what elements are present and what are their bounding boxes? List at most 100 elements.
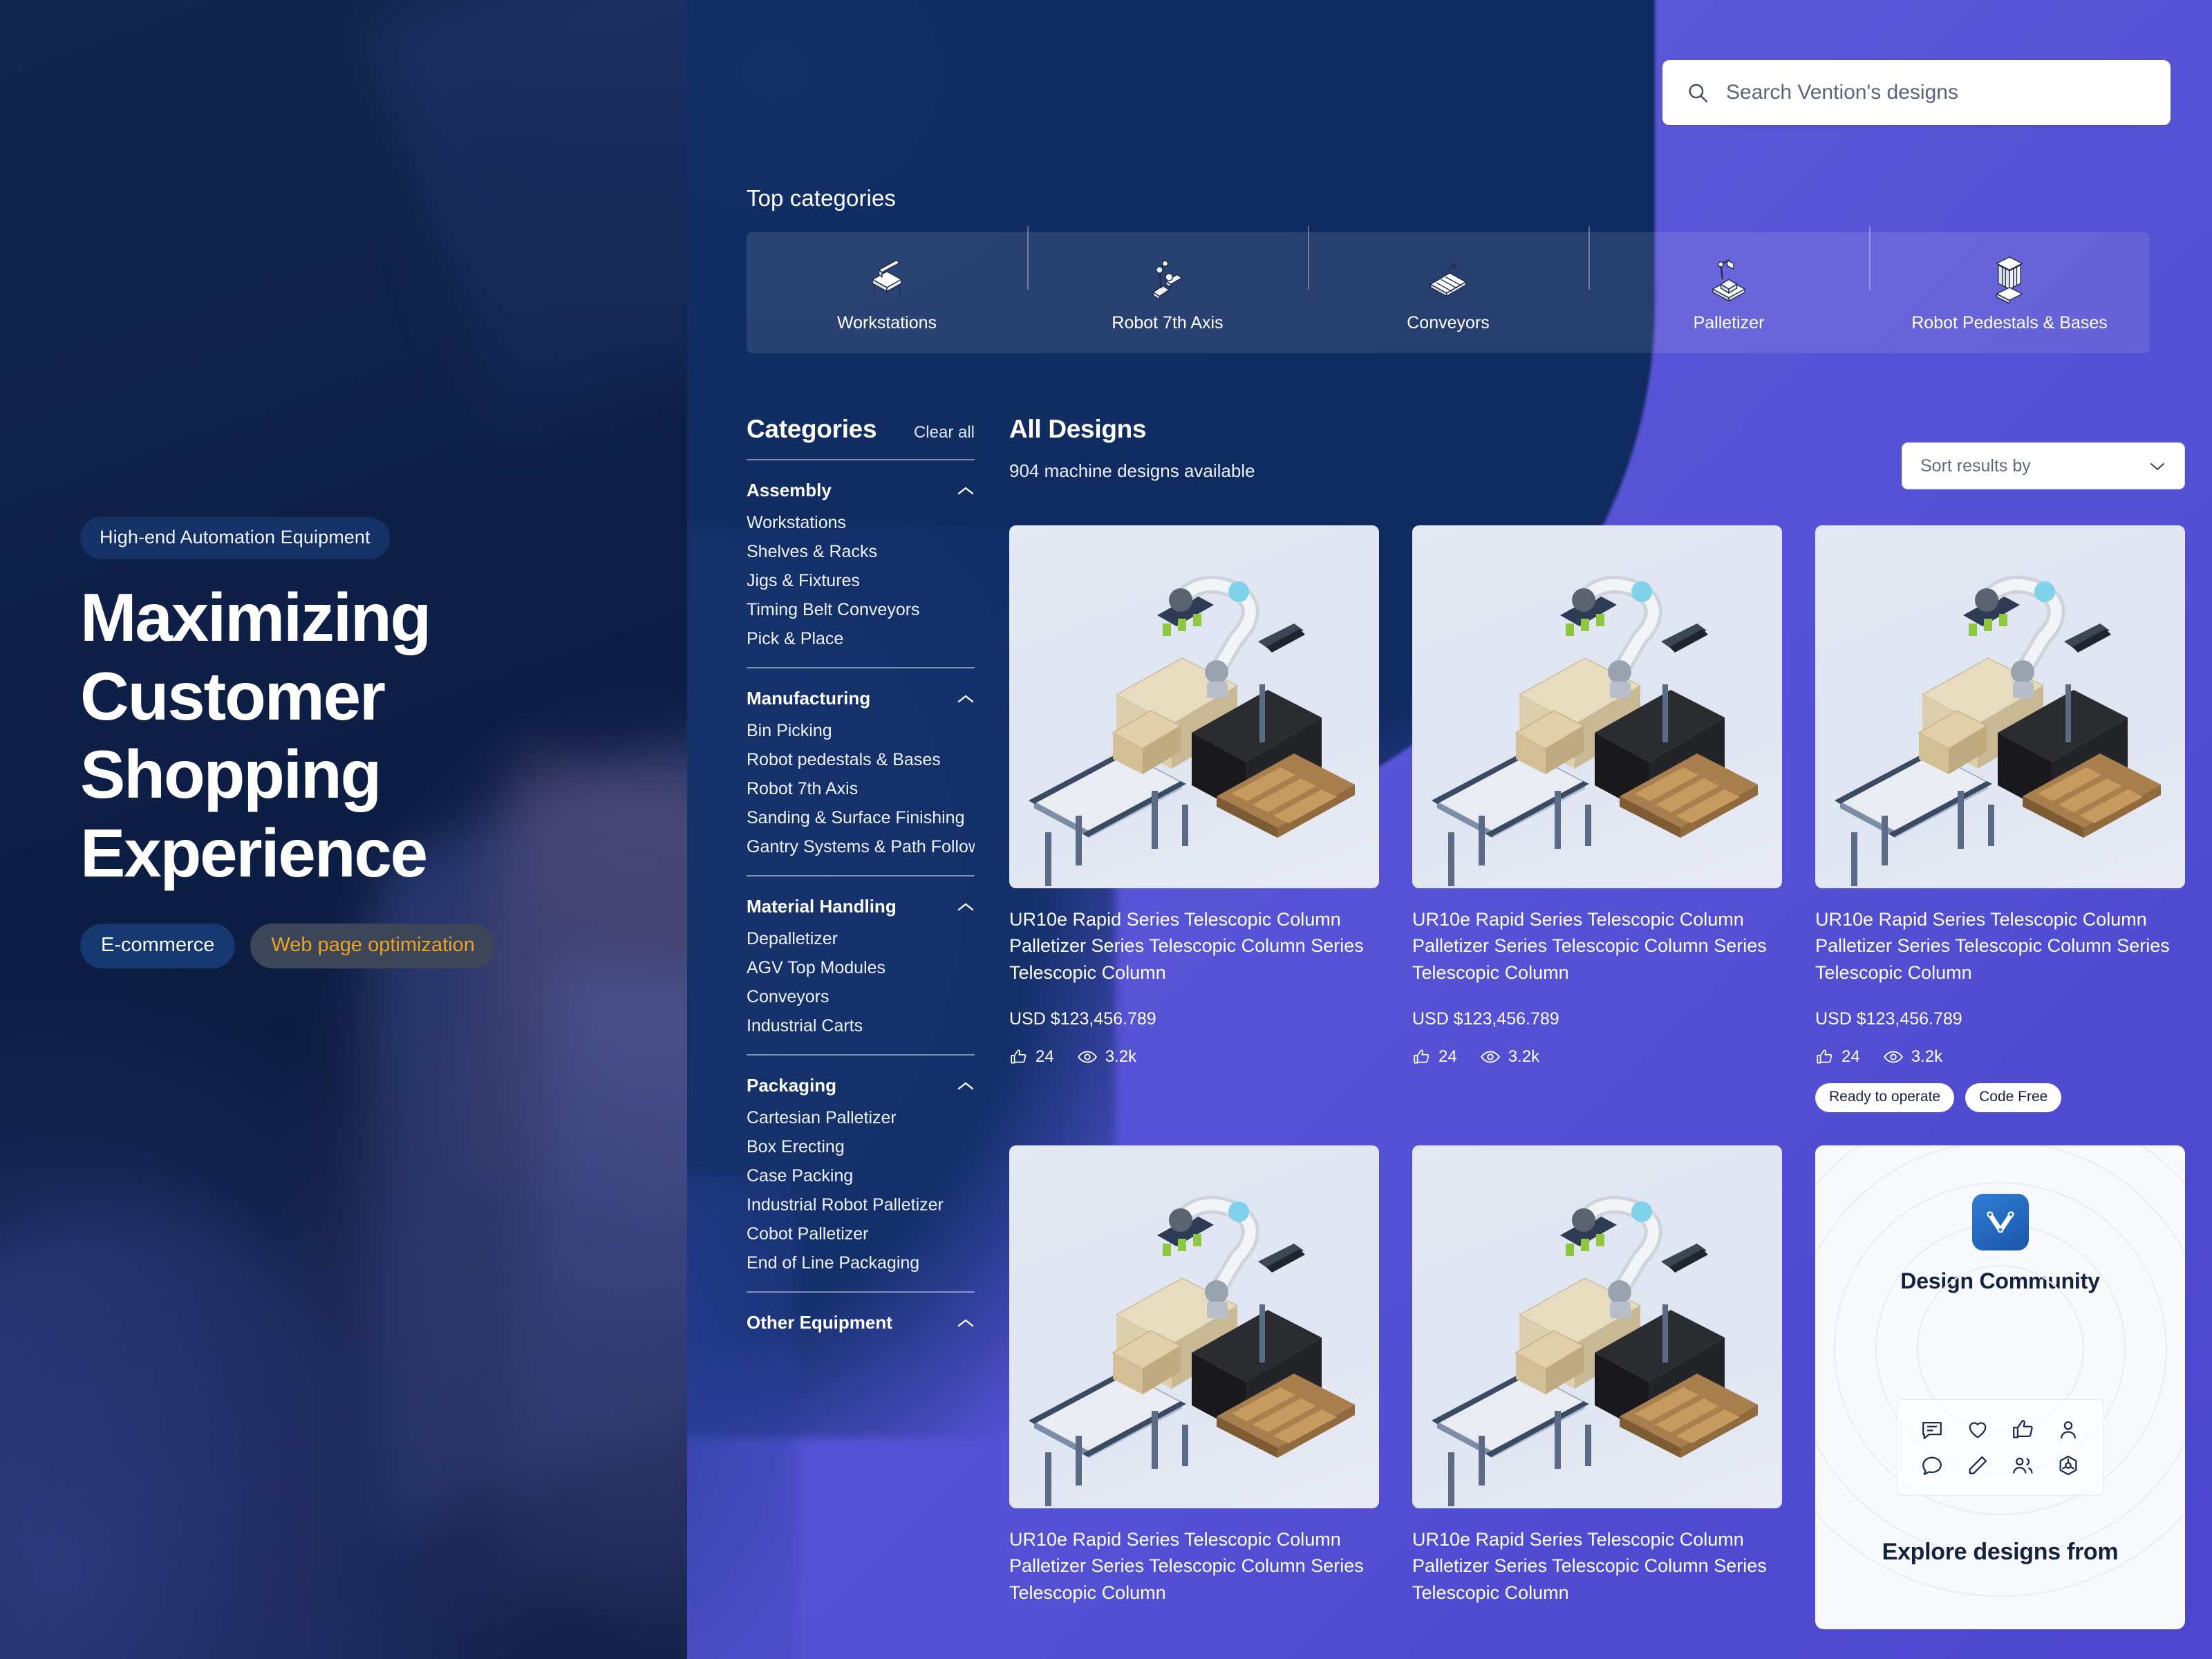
- design-community-card[interactable]: Design Community Explore designs from: [1815, 1145, 2185, 1629]
- thumbs-up-icon: [1815, 1048, 1833, 1066]
- robot-arm-icon: [1142, 252, 1193, 303]
- category-item[interactable]: Conveyors: [747, 978, 975, 1007]
- clear-all-button[interactable]: Clear all: [914, 423, 975, 442]
- category-item[interactable]: Gantry Systems & Path Following: [747, 828, 975, 857]
- category-item[interactable]: Robot pedestals & Bases: [747, 741, 975, 770]
- hero-eyebrow-badge: High-end Automation Equipment: [80, 517, 390, 559]
- content-columns: Categories Clear all Assembly Workstatio…: [747, 415, 2185, 1629]
- top-category-label: Palletizer: [1693, 313, 1765, 332]
- design-price: USD $123,456.789: [1412, 1009, 1559, 1029]
- design-card[interactable]: UR10e Rapid Series Telescopic Column Pal…: [1412, 1145, 1782, 1629]
- thumbs-up-icon: [1412, 1048, 1430, 1066]
- categories-header: Categories Clear all: [747, 415, 975, 444]
- chevron-up-icon: [957, 1318, 975, 1329]
- category-group-header[interactable]: Other Equipment: [747, 1305, 975, 1336]
- chevron-up-icon: [957, 1080, 975, 1091]
- badge-ready-to-operate: Ready to operate: [1815, 1082, 1955, 1112]
- category-item[interactable]: Workstations: [747, 504, 975, 533]
- category-item[interactable]: Cartesian Palletizer: [747, 1099, 975, 1128]
- design-card[interactable]: UR10e Rapid Series Telescopic Column Pal…: [1412, 525, 1782, 1112]
- category-group-header[interactable]: Manufacturing: [747, 681, 975, 712]
- hero-tag-list: E-commerce Web page optimization: [80, 923, 633, 968]
- design-title: UR10e Rapid Series Telescopic Column Pal…: [1815, 909, 2170, 983]
- design-thumbnail: [1412, 525, 1782, 888]
- category-item[interactable]: Cobot Palletizer: [747, 1215, 975, 1244]
- sort-results-dropdown[interactable]: Sort results by: [1902, 442, 2185, 489]
- hero-tag-ecommerce[interactable]: E-commerce: [80, 923, 236, 968]
- hero-tag-webpage-optimization[interactable]: Web page optimization: [250, 923, 496, 968]
- category-group-material-handling: Material Handling Depalletizer AGV Top M…: [747, 877, 975, 1056]
- design-card[interactable]: UR10e Rapid Series Telescopic Column Pal…: [1009, 1145, 1379, 1629]
- thumbs-up-icon: [2000, 1418, 2046, 1441]
- category-item[interactable]: Depalletizer: [747, 920, 975, 949]
- eye-icon: [1480, 1048, 1500, 1066]
- category-group-other-equipment: Other Equipment: [747, 1293, 975, 1336]
- top-category-robot-pedestals-bases[interactable]: Robot Pedestals & Bases: [1869, 226, 2150, 333]
- hero-content: High-end Automation Equipment Maximizing…: [80, 517, 633, 968]
- top-category-workstations[interactable]: Workstations: [747, 252, 1027, 333]
- category-item[interactable]: Jigs & Fixtures: [747, 562, 975, 591]
- chat-bubble-icon: [1910, 1454, 1956, 1477]
- likes-count: 24: [1841, 1047, 1860, 1066]
- top-category-label: Robot 7th Axis: [1112, 313, 1224, 332]
- top-category-conveyors[interactable]: Conveyors: [1308, 226, 1588, 333]
- category-item[interactable]: Timing Belt Conveyors: [747, 591, 975, 620]
- category-group-label: Manufacturing: [747, 688, 871, 709]
- views-stat: 3.2k: [1883, 1047, 1943, 1067]
- heart-icon: [1955, 1418, 2000, 1441]
- design-stats: 24 3.2k: [1815, 1047, 2185, 1067]
- search-input[interactable]: [1726, 81, 2147, 104]
- top-category-robot-7th-axis[interactable]: Robot 7th Axis: [1027, 226, 1308, 333]
- results-count: 904 machine designs available: [1009, 460, 1255, 481]
- design-badges: Ready to operate Code Free: [1815, 1082, 2185, 1112]
- chevron-up-icon: [957, 485, 975, 496]
- category-item[interactable]: Robot 7th Axis: [747, 770, 975, 799]
- category-group-packaging: Packaging Cartesian Palletizer Box Erect…: [747, 1056, 975, 1293]
- design-price: USD $123,456.789: [1815, 1009, 1962, 1029]
- hero-panel: High-end Automation Equipment Maximizing…: [0, 0, 687, 1659]
- search-bar: [1662, 60, 2171, 125]
- top-category-palletizer[interactable]: Palletizer: [1588, 226, 1869, 333]
- design-thumbnail: [1412, 1145, 1782, 1508]
- category-item[interactable]: Case Packing: [747, 1157, 975, 1186]
- design-thumbnail: [1009, 525, 1379, 888]
- categories-title: Categories: [747, 415, 877, 443]
- design-thumbnail: [1009, 1145, 1379, 1508]
- chevron-up-icon: [957, 901, 975, 912]
- category-group-header[interactable]: Packaging: [747, 1068, 975, 1099]
- app-panel: Top categories: [687, 0, 2212, 1659]
- eye-icon: [1077, 1048, 1097, 1066]
- likes-stat: 24: [1009, 1047, 1054, 1067]
- category-item[interactable]: End of Line Packaging: [747, 1244, 975, 1273]
- category-item[interactable]: Box Erecting: [747, 1128, 975, 1157]
- results-title: All Designs: [1009, 415, 1147, 443]
- top-categories-bar: Workstations Robot 7th Axis Conveyors Pa…: [747, 226, 2150, 353]
- top-category-label: Robot Pedestals & Bases: [1911, 313, 2108, 332]
- category-group-label: Material Handling: [747, 896, 897, 917]
- category-item[interactable]: Bin Picking: [747, 712, 975, 741]
- top-category-label: Conveyors: [1407, 313, 1490, 332]
- category-item[interactable]: Sanding & Surface Finishing: [747, 799, 975, 828]
- category-item[interactable]: Industrial Carts: [747, 1007, 975, 1036]
- thumbs-up-icon: [1009, 1048, 1027, 1066]
- design-card[interactable]: UR10e Rapid Series Telescopic Column Pal…: [1009, 525, 1379, 1112]
- views-count: 3.2k: [1911, 1047, 1943, 1066]
- category-group-assembly: Assembly Workstations Shelves & Racks Ji…: [747, 460, 975, 668]
- category-item[interactable]: Pick & Place: [747, 620, 975, 649]
- category-group-label: Packaging: [747, 1075, 837, 1096]
- results-heading-block: All Designs 904 machine designs availabl…: [1009, 415, 1255, 482]
- category-item[interactable]: Industrial Robot Palletizer: [747, 1186, 975, 1215]
- search-box[interactable]: [1662, 60, 2171, 125]
- people-icon: [2000, 1454, 2046, 1477]
- views-count: 3.2k: [1105, 1047, 1137, 1066]
- category-group-header[interactable]: Material Handling: [747, 889, 975, 920]
- category-item[interactable]: Shelves & Racks: [747, 533, 975, 562]
- category-group-header[interactable]: Assembly: [747, 473, 975, 504]
- eye-icon: [1883, 1048, 1903, 1066]
- category-item[interactable]: AGV Top Modules: [747, 949, 975, 978]
- chevron-up-icon: [957, 693, 975, 704]
- design-thumbnail: [1815, 525, 2185, 888]
- category-group-label: Other Equipment: [747, 1312, 892, 1333]
- category-group-manufacturing: Manufacturing Bin Picking Robot pedestal…: [747, 668, 975, 877]
- design-card[interactable]: UR10e Rapid Series Telescopic Column Pal…: [1815, 525, 2185, 1112]
